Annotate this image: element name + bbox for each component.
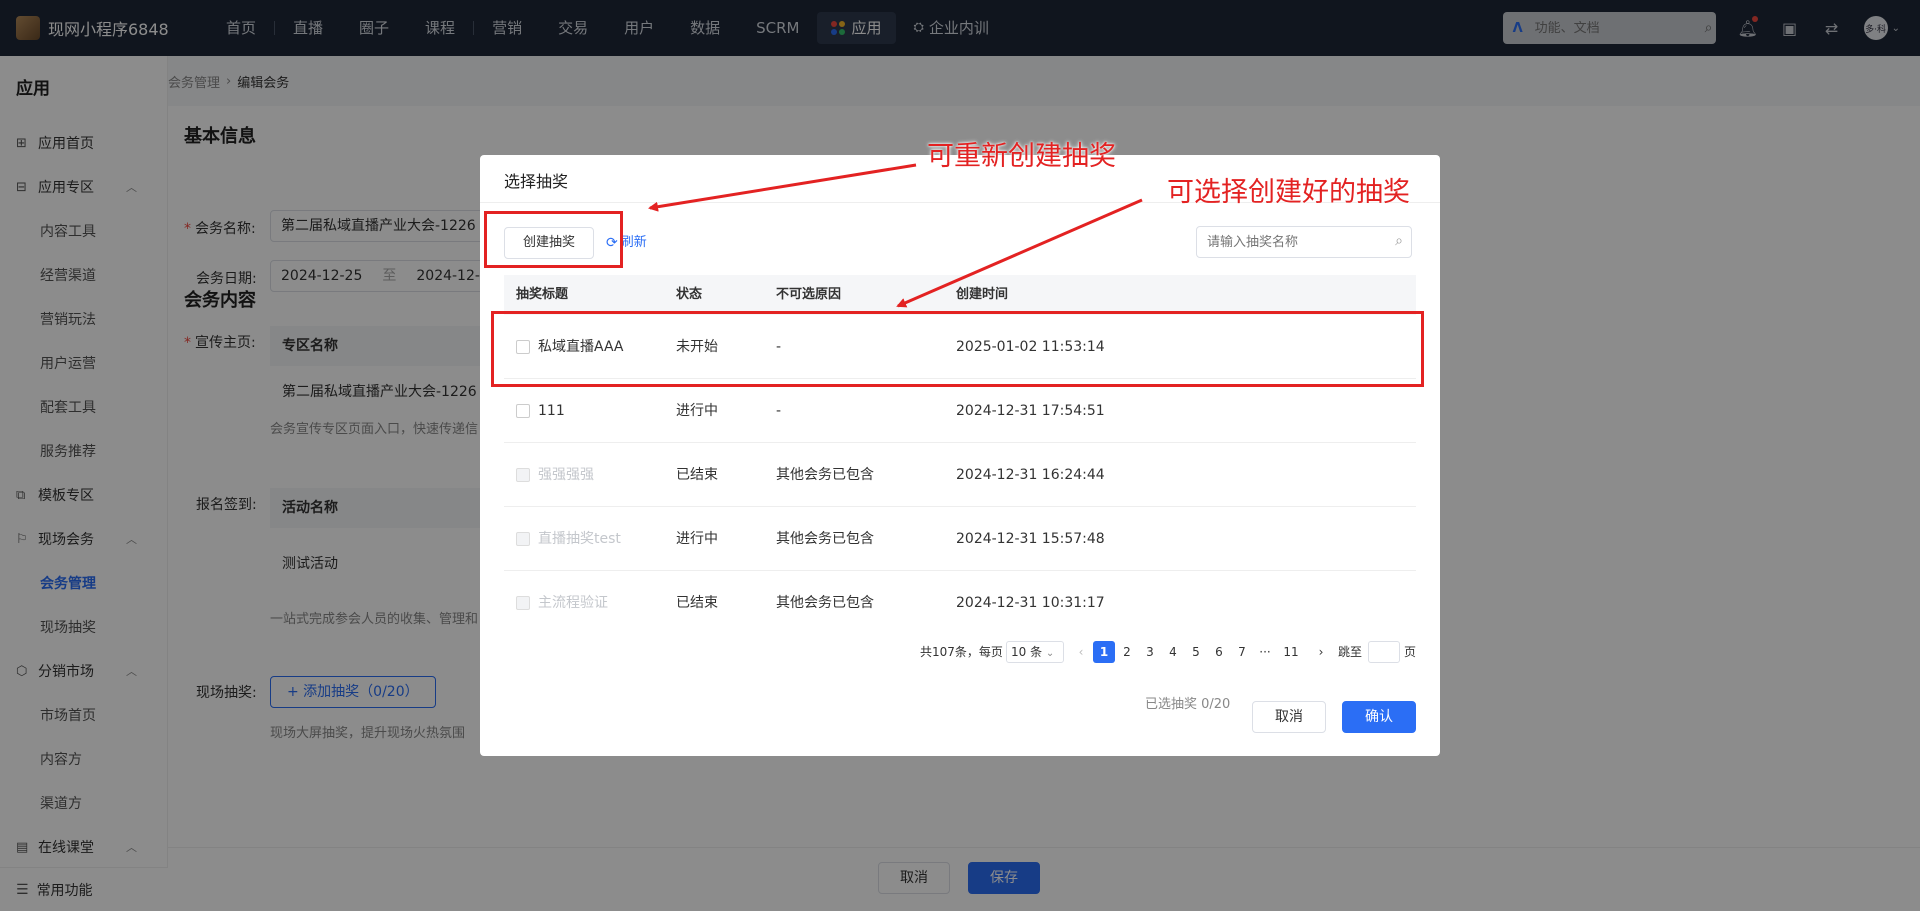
page-3[interactable]: 3 [1139, 641, 1161, 663]
row-status: 已结束 [676, 595, 718, 611]
pagination: 共107条，每页 10 条 ⌄ ‹ 1 2 3 4 5 6 7 ··· 11 ›… [480, 638, 1440, 666]
prev-page-icon[interactable]: ‹ [1070, 641, 1092, 663]
page-size-value: 10 条 [1011, 645, 1043, 659]
row-title: 强强强强 [538, 467, 594, 483]
row-reason: 其他会务已包含 [776, 595, 874, 611]
page-ellipsis[interactable]: ··· [1254, 641, 1276, 663]
row-title: 主流程验证 [538, 595, 608, 611]
page-1[interactable]: 1 [1093, 641, 1115, 663]
col-created: 创建时间 [956, 287, 1009, 302]
row-checkbox [516, 468, 530, 482]
page-5[interactable]: 5 [1185, 641, 1207, 663]
row-checkbox[interactable] [516, 404, 530, 418]
select-lottery-dialog: 选择抽奖 创建抽奖 ⟳ 刷新 ⌕ 抽奖标题 状态 不可选原因 创建时间 私域直播… [480, 155, 1440, 756]
dialog-confirm-button[interactable]: 确认 [1342, 701, 1416, 733]
page-6[interactable]: 6 [1208, 641, 1230, 663]
row-checkbox [516, 532, 530, 546]
pagination-total: 共107条，每页 [920, 645, 1003, 659]
table-row: 主流程验证 已结束 其他会务已包含 2024-12-31 10:31:17 [504, 571, 1416, 635]
row-created: 2024-12-31 10:31:17 [956, 595, 1105, 611]
row-created: 2024-12-31 15:57:48 [956, 531, 1105, 547]
selected-count: 已选抽奖 0/20 [1145, 697, 1231, 712]
col-reason: 不可选原因 [776, 287, 842, 302]
dialog-title: 选择抽奖 [504, 172, 569, 191]
page-2[interactable]: 2 [1116, 641, 1138, 663]
page-11[interactable]: 11 [1280, 641, 1302, 663]
row-status: 已结束 [676, 467, 718, 483]
row-title: 直播抽奖test [538, 531, 621, 547]
refresh-label: 刷新 [620, 235, 647, 250]
dialog-cancel-button[interactable]: 取消 [1252, 701, 1326, 733]
annotation-choose-text: 可选择创建好的抽奖 [1167, 177, 1410, 208]
chevron-down-icon: ⌄ [1045, 648, 1055, 659]
row-created: 2024-12-31 17:54:51 [956, 403, 1105, 419]
row-status: 进行中 [676, 403, 718, 419]
annotation-box-create [484, 211, 623, 268]
row-created: 2024-12-31 16:24:44 [956, 467, 1105, 483]
row-title: 111 [538, 403, 565, 419]
jump-page-input[interactable] [1368, 641, 1400, 663]
annotation-box-row [491, 311, 1424, 387]
table-row: 直播抽奖test 进行中 其他会务已包含 2024-12-31 15:57:48 [504, 507, 1416, 571]
col-status: 状态 [676, 287, 703, 302]
table-row: 强强强强 已结束 其他会务已包含 2024-12-31 16:24:44 [504, 443, 1416, 507]
lottery-search-input[interactable] [1207, 227, 1383, 257]
page-unit: 页 [1404, 645, 1417, 659]
page-size-select[interactable]: 10 条 ⌄ [1006, 641, 1064, 663]
row-status: 进行中 [676, 531, 718, 547]
row-reason: 其他会务已包含 [776, 467, 874, 483]
search-icon[interactable]: ⌕ [1395, 233, 1403, 249]
page-7[interactable]: 7 [1231, 641, 1253, 663]
lottery-search[interactable]: ⌕ [1196, 226, 1412, 258]
next-page-icon[interactable]: › [1310, 641, 1332, 663]
row-checkbox [516, 596, 530, 610]
page-4[interactable]: 4 [1162, 641, 1184, 663]
row-reason: 其他会务已包含 [776, 531, 874, 547]
jump-label: 跳至 [1338, 645, 1363, 659]
col-title: 抽奖标题 [516, 287, 569, 302]
row-reason: - [776, 403, 782, 419]
lottery-table-header: 抽奖标题 状态 不可选原因 创建时间 [504, 275, 1416, 315]
table-row[interactable]: 111 进行中 - 2024-12-31 17:54:51 [504, 379, 1416, 443]
annotation-recreate-text: 可重新创建抽奖 [927, 141, 1116, 172]
